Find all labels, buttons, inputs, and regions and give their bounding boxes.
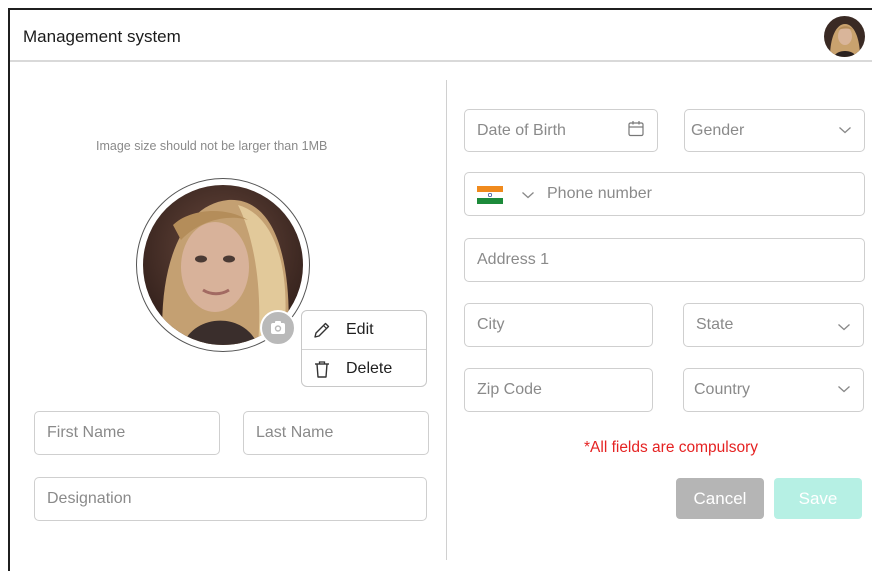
zip-placeholder: Zip Code [477,381,542,398]
required-fields-note: *All fields are compulsory [584,439,759,456]
india-flag-icon [477,186,503,204]
designation-field[interactable]: Designation [34,477,427,521]
gender-placeholder: Gender [691,121,745,139]
state-select[interactable]: State [683,303,864,347]
state-placeholder: State [696,316,734,333]
app-title: Management system [23,27,181,46]
photo-options-menu: Edit Delete [301,310,427,387]
country-placeholder: Country [694,381,751,398]
cancel-button[interactable]: Cancel [676,478,764,519]
menu-item-delete-label: Delete [346,359,393,377]
pencil-icon [314,322,330,338]
menu-item-edit-label: Edit [346,320,374,338]
country-select[interactable]: Country [683,368,864,412]
menu-item-delete[interactable]: Delete [302,350,426,387]
camera-icon [271,321,285,334]
designation-placeholder: Designation [47,490,132,507]
phone-field[interactable]: Phone number [464,172,865,216]
address1-field[interactable]: Address 1 [464,238,865,282]
app-header: Management system [10,10,872,62]
user-avatar[interactable] [824,16,865,57]
image-size-hint: Image size should not be larger than 1MB [96,139,328,153]
chevron-down-icon [838,122,852,140]
last-name-field[interactable]: Last Name [243,411,429,455]
date-of-birth-field[interactable]: Date of Birth [464,109,658,152]
zip-code-field[interactable]: Zip Code [464,368,653,412]
first-name-field[interactable]: First Name [34,411,220,455]
change-photo-button[interactable] [260,310,296,346]
trash-icon [315,360,329,378]
panel-divider [446,80,447,560]
city-placeholder: City [477,316,505,333]
first-name-placeholder: First Name [47,424,126,441]
chevron-down-icon [522,192,534,199]
city-field[interactable]: City [464,303,653,347]
gender-select[interactable]: Gender [684,109,865,152]
menu-item-edit[interactable]: Edit [302,311,426,348]
address1-placeholder: Address 1 [477,251,550,268]
chevron-down-icon [837,381,851,399]
save-button[interactable]: Save [774,478,862,519]
calendar-icon[interactable] [627,119,645,142]
last-name-placeholder: Last Name [256,424,334,441]
phone-placeholder: Phone number [547,185,652,202]
chevron-down-icon [837,319,851,337]
dob-placeholder: Date of Birth [477,121,566,139]
country-code-picker[interactable] [477,186,535,204]
